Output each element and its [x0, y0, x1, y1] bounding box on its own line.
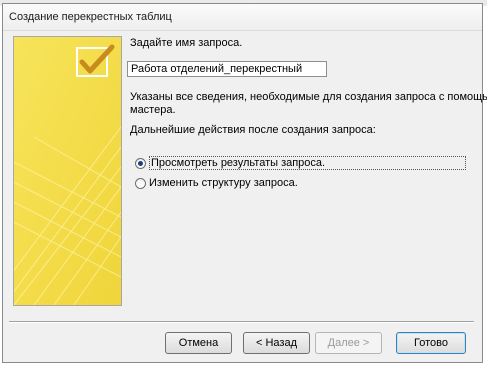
name-prompt: Задайте имя запроса. [130, 37, 243, 49]
next-actions-label: Дальнейшие действия после создания запро… [130, 124, 376, 136]
option-view-results[interactable]: Просмотреть результаты запроса. [135, 156, 466, 170]
footer-divider [9, 321, 474, 323]
radio-view-results[interactable] [135, 157, 146, 169]
radio-selected-dot [138, 160, 143, 166]
wizard-illustration [13, 36, 122, 306]
query-name-input[interactable] [127, 61, 327, 77]
illustration-graphic [14, 37, 121, 305]
info-text-line2: мастера. [130, 104, 176, 116]
option-modify-design-label: Изменить структуру запроса. [149, 177, 298, 189]
title-bar: Создание перекрестных таблиц [3, 4, 482, 31]
radio-modify-design[interactable] [135, 177, 146, 189]
info-text-line1: Указаны все сведения, необходимые для со… [130, 91, 487, 103]
next-button[interactable]: Далее > [315, 332, 382, 354]
back-button[interactable]: < Назад [243, 332, 310, 354]
option-modify-design[interactable]: Изменить структуру запроса. [135, 177, 298, 189]
option-view-results-label: Просмотреть результаты запроса. [149, 156, 466, 170]
window-title: Создание перекрестных таблиц [9, 11, 172, 23]
finish-button[interactable]: Готово [396, 332, 466, 354]
crosstab-wizard-dialog: Создание перекрестных таблиц Задайте имя… [2, 3, 487, 363]
cancel-button[interactable]: Отмена [165, 332, 232, 354]
